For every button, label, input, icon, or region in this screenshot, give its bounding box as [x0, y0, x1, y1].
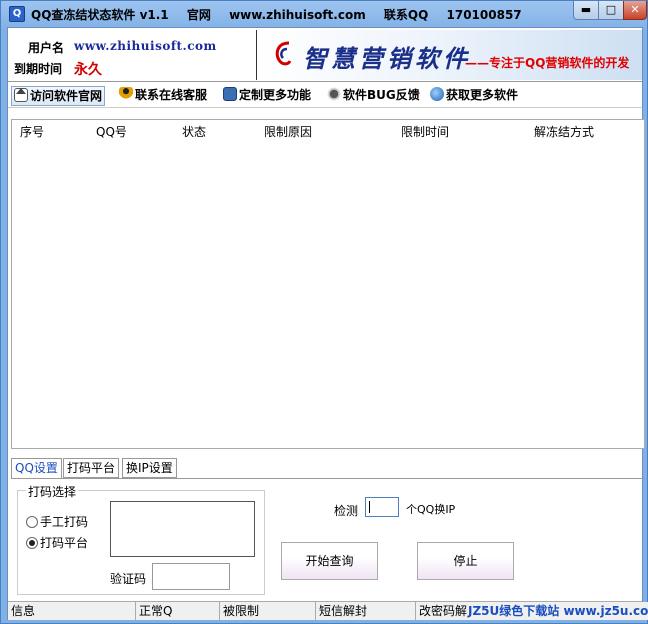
bug-icon — [327, 87, 341, 101]
title-contact-label: 联系QQ — [383, 8, 429, 22]
watermark: JZ5U绿色下载站 www.jz5u.com — [468, 602, 648, 620]
title-site-label: 官网 — [186, 8, 211, 22]
verify-label: 验证码 — [110, 572, 147, 586]
radio-platform[interactable]: 打码平台 — [26, 534, 88, 551]
banner-title: 智慧营销软件 — [303, 44, 471, 73]
title-site: www.zhihuisoft.com — [229, 8, 366, 22]
user-value: www.zhihuisoft.com — [74, 39, 217, 53]
settings-tabs: QQ设置 打码平台 换IP设置 — [11, 458, 645, 479]
home-icon — [14, 88, 28, 102]
more-software-label: 获取更多软件 — [446, 88, 519, 102]
account-header: 用户名 www.zhihuisoft.com 到期时间 永久 智慧营销软件 ——… — [8, 28, 642, 82]
tab-ip-settings[interactable]: 换IP设置 — [122, 458, 177, 478]
title-bar[interactable]: Q QQ查冻结状态软件 v1.1 官网 www.zhihuisoft.com 联… — [1, 1, 647, 27]
minimize-button[interactable]: ▬ — [573, 1, 599, 20]
column-unfreeze[interactable]: 解冻结方式 — [534, 123, 594, 140]
app-qq-icon: Q — [9, 6, 25, 22]
contact-support-label: 联系在线客服 — [135, 88, 208, 102]
visit-site-button[interactable]: 访问软件官网 — [11, 86, 106, 106]
status-normal: 正常Q — [136, 602, 220, 621]
banner-slogan: ——专注于QQ营销软件的开发 — [465, 56, 630, 70]
tab-qq-settings[interactable]: QQ设置 — [11, 458, 62, 479]
detect-suffix: 个QQ换IP — [406, 503, 456, 516]
toolbar: 访问软件官网 联系在线客服 定制更多功能 软件BUG反馈 获取更多软件 — [8, 84, 642, 108]
visit-site-label: 访问软件官网 — [30, 89, 103, 103]
monitor-icon — [223, 87, 237, 101]
expire-value: 永久 — [74, 62, 102, 78]
person-icon — [119, 87, 133, 101]
tab-captcha-platform[interactable]: 打码平台 — [63, 458, 120, 478]
radio-manual-label: 手工打码 — [40, 515, 89, 529]
table-header: 序号 QQ号 状态 限制原因 限制时间 解冻结方式 — [12, 120, 644, 140]
client-area: 用户名 www.zhihuisoft.com 到期时间 永久 智慧营销软件 ——… — [7, 27, 648, 621]
stop-button[interactable]: 停止 — [417, 542, 514, 580]
column-reason[interactable]: 限制原因 — [264, 123, 312, 140]
more-software-button[interactable]: 获取更多软件 — [428, 86, 518, 106]
captcha-image — [110, 501, 255, 557]
status-password-unlock: 改密码解 — [419, 604, 468, 618]
verify-input[interactable] — [152, 563, 230, 590]
text-cursor — [369, 501, 370, 513]
globe-icon — [430, 87, 444, 101]
maximize-button[interactable]: □ — [598, 1, 624, 20]
status-restricted: 被限制 — [220, 602, 316, 621]
radio-manual-dot[interactable] — [26, 516, 38, 528]
customize-button[interactable]: 定制更多功能 — [221, 86, 311, 106]
customize-label: 定制更多功能 — [239, 88, 312, 102]
contact-support-button[interactable]: 联系在线客服 — [117, 86, 207, 106]
status-info: 信息 — [8, 602, 136, 621]
bug-report-label: 软件BUG反馈 — [343, 88, 420, 102]
column-qq[interactable]: QQ号 — [96, 123, 127, 140]
radio-platform-dot[interactable] — [26, 537, 38, 549]
captcha-group-title: 打码选择 — [26, 483, 79, 500]
captcha-group: 打码选择 手工打码 打码平台 验证码 — [17, 483, 265, 595]
tab-divider — [11, 478, 645, 479]
bug-report-button[interactable]: 软件BUG反馈 — [325, 86, 420, 106]
start-query-button[interactable]: 开始查询 — [281, 542, 378, 580]
close-button[interactable]: ✕ — [623, 1, 647, 20]
column-index[interactable]: 序号 — [20, 123, 44, 140]
radio-manual[interactable]: 手工打码 — [26, 513, 88, 530]
column-status[interactable]: 状态 — [182, 123, 206, 140]
expire-label: 到期时间 — [14, 62, 63, 76]
status-sms-unlock: 短信解封 — [316, 602, 416, 621]
title-contact: 170100857 — [446, 8, 522, 22]
brand-banner[interactable]: 智慧营销软件 ——专注于QQ营销软件的开发 — [256, 30, 642, 80]
detect-label: 检测 — [334, 504, 359, 518]
app-window: Q QQ查冻结状态软件 v1.1 官网 www.zhihuisoft.com 联… — [0, 0, 648, 624]
brand-logo-icon — [275, 41, 292, 66]
window-title: QQ查冻结状态软件 v1.1 官网 www.zhihuisoft.com 联系Q… — [31, 6, 536, 23]
radio-platform-label: 打码平台 — [40, 536, 89, 550]
result-table[interactable]: 序号 QQ号 状态 限制原因 限制时间 解冻结方式 — [11, 119, 645, 449]
detect-count-input[interactable] — [365, 497, 399, 517]
column-time[interactable]: 限制时间 — [401, 123, 449, 140]
title-app-name: QQ查冻结状态软件 v1.1 — [31, 8, 169, 22]
status-bar: 信息 正常Q 被限制 短信解封 改密码解 JZ5U绿色下载站 www.jz5u.… — [8, 601, 648, 621]
user-label: 用户名 — [28, 41, 65, 55]
